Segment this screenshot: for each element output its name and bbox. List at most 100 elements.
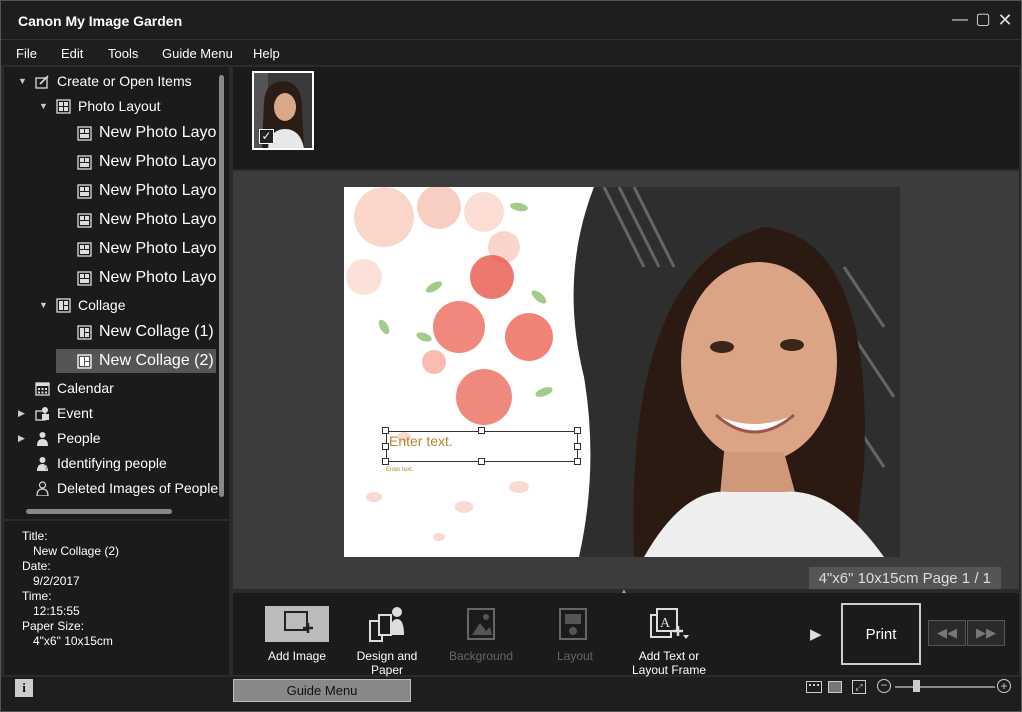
background-button[interactable]: Background (436, 603, 526, 663)
maximize-icon[interactable]: ▢ (974, 11, 992, 29)
small-text-frame[interactable]: Enter text. (386, 467, 413, 473)
bottom-toolbar: Add Image Design and Paper Background La… (233, 593, 1019, 677)
item-info-panel: Title: New Collage (2) Date: 9/2/2017 Ti… (4, 521, 229, 675)
collage-icon (56, 297, 71, 313)
background-icon-wrap (436, 603, 526, 645)
single-view-icon[interactable] (828, 681, 842, 693)
navigation-tree: ▼ Create or Open Items ▼ Photo Layout Ne… (4, 67, 229, 519)
menu-edit[interactable]: Edit (61, 46, 83, 61)
create-items-icon (35, 74, 49, 89)
layout-doc-icon (77, 183, 92, 199)
layout-icon-wrap (530, 603, 620, 645)
tree-item-create-open[interactable]: ▼ Create or Open Items (4, 69, 216, 93)
menu-file[interactable]: File (16, 46, 37, 61)
tree-label: Create or Open Items (57, 73, 192, 89)
tree-label: New Photo Layo (99, 240, 217, 257)
info-time-value: 12:15:55 (33, 604, 80, 618)
tree-label: Calendar (57, 380, 114, 396)
tree-item-photo-layout-2[interactable]: New Photo Layo (56, 150, 216, 174)
tree-item-collage-1[interactable]: New Collage (1) (56, 320, 216, 344)
menu-guide-menu[interactable]: Guide Menu (162, 46, 233, 61)
expand-arrow-icon[interactable]: ▼ (18, 76, 28, 86)
info-icon[interactable]: i (15, 679, 33, 697)
tree-item-photo-layout[interactable]: ▼ Photo Layout (4, 94, 216, 118)
design-and-paper-label: Design and Paper (356, 649, 418, 677)
zoom-out-icon[interactable]: − (877, 679, 891, 693)
expand-toolbar-arrow-icon[interactable]: ▶ (810, 625, 822, 643)
collage-doc-icon (77, 324, 92, 340)
print-button[interactable]: Print (841, 603, 921, 665)
design-icon-wrap (342, 603, 432, 645)
tree-horizontal-scrollbar[interactable] (26, 509, 172, 514)
add-text-icon-wrap: A (624, 603, 714, 645)
tree-label: New Photo Layo (99, 182, 217, 199)
collage-page[interactable]: Enter text. Enter text. (344, 187, 900, 557)
tree-item-photo-layout-4[interactable]: New Photo Layo (56, 208, 216, 232)
app-title: Canon My Image Garden (18, 13, 183, 29)
previous-page-arrow-icon[interactable]: ◀◀ (928, 620, 966, 646)
tree-item-collage-2[interactable]: New Collage (2) (56, 349, 216, 373)
image-thumbnail[interactable]: ✓ (252, 71, 314, 150)
resize-handle[interactable] (478, 427, 485, 434)
tree-label: Identifying people (57, 455, 167, 471)
tree-item-photo-layout-5[interactable]: New Photo Layo (56, 237, 216, 261)
title-bar: Canon My Image Garden — ▢ ✕ (1, 1, 1021, 39)
tree-item-photo-layout-6[interactable]: New Photo Layo (56, 266, 216, 290)
add-image-icon (265, 606, 329, 642)
expand-arrow-icon[interactable]: ▼ (39, 101, 49, 111)
tree-item-photo-layout-1[interactable]: New Photo Layo (56, 121, 216, 145)
add-text-or-frame-button[interactable]: A Add Text or Layout Frame (624, 603, 714, 677)
text-frame-placeholder[interactable]: Enter text. (389, 433, 453, 449)
info-date-label: Date: (22, 559, 51, 573)
fit-to-window-icon[interactable]: ⤢ (852, 680, 866, 694)
tree-item-identifying-people[interactable]: ? Identifying people (4, 451, 216, 475)
add-image-label: Add Image (267, 649, 327, 663)
tree-item-collage[interactable]: ▼ Collage (4, 293, 216, 317)
resize-handle[interactable] (382, 458, 389, 465)
collapse-arrow-icon[interactable]: ▶ (18, 433, 28, 443)
tree-item-calendar[interactable]: Calendar (4, 376, 216, 400)
tree-vertical-scrollbar[interactable] (219, 75, 224, 497)
layout-doc-icon (77, 212, 92, 228)
collapse-arrow-icon[interactable]: ▶ (18, 408, 28, 418)
layout-doc-icon (77, 270, 92, 286)
info-title-value: New Collage (2) (33, 544, 120, 558)
tree-item-event[interactable]: ▶ Event (4, 401, 216, 425)
next-page-arrow-icon[interactable]: ▶▶ (967, 620, 1005, 646)
zoom-in-icon[interactable]: + (997, 679, 1011, 693)
tree-label: New Collage (2) (99, 352, 214, 369)
add-image-button[interactable]: Add Image (252, 603, 342, 663)
tree-item-people[interactable]: ▶ People (4, 426, 216, 450)
thumbnail-strip: ✓ (233, 67, 1019, 169)
guide-menu-button[interactable]: Guide Menu (233, 679, 411, 702)
svg-text:A: A (660, 616, 671, 631)
page-info: 4"x6" 10x15cm Page 1 / 1 (808, 567, 1001, 589)
menu-help[interactable]: Help (253, 46, 280, 61)
close-icon[interactable]: ✕ (996, 11, 1014, 29)
tree-label: New Photo Layo (99, 211, 217, 228)
editing-canvas: Enter text. Enter text. ▲ 4"x6" 10x15cm … (233, 171, 1019, 596)
tree-item-deleted-images[interactable]: Deleted Images of People (4, 476, 219, 500)
info-title-label: Title: (22, 529, 48, 543)
event-icon (35, 406, 49, 421)
resize-handle[interactable] (574, 427, 581, 434)
resize-handle[interactable] (382, 427, 389, 434)
resize-handle[interactable] (574, 443, 581, 450)
layout-button[interactable]: Layout (530, 603, 620, 663)
deleted-person-icon (36, 480, 49, 496)
thumbnail-view-icon[interactable] (806, 681, 822, 693)
tree-item-photo-layout-3[interactable]: New Photo Layo (56, 179, 216, 203)
resize-handle[interactable] (574, 458, 581, 465)
zoom-slider[interactable] (895, 686, 995, 688)
expand-arrow-icon[interactable]: ▼ (39, 300, 49, 310)
info-paper-label: Paper Size: (22, 619, 85, 633)
checkbox-checked-icon[interactable]: ✓ (259, 129, 274, 144)
add-image-icon-wrap (252, 603, 342, 645)
design-and-paper-button[interactable]: Design and Paper (342, 603, 432, 677)
tree-label: Deleted Images of People (57, 480, 219, 496)
menu-tools[interactable]: Tools (108, 46, 138, 61)
resize-handle[interactable] (382, 443, 389, 450)
zoom-slider-thumb[interactable] (913, 680, 920, 692)
resize-handle[interactable] (478, 458, 485, 465)
minimize-icon[interactable]: — (951, 11, 969, 29)
